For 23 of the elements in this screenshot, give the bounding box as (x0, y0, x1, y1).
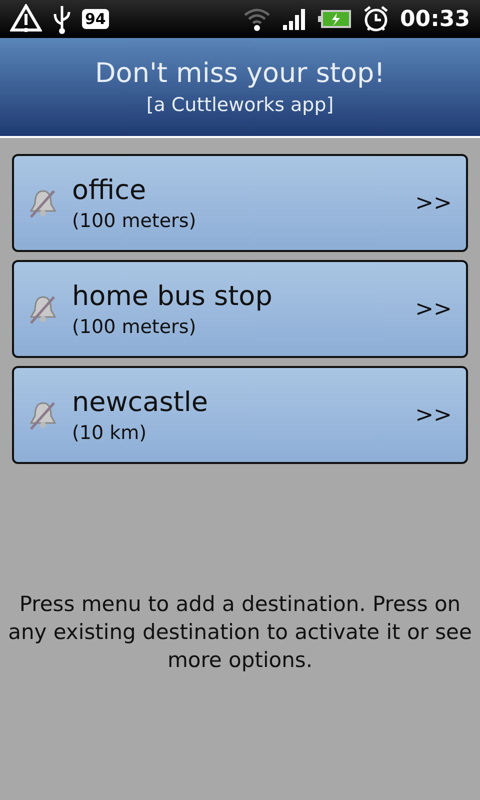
alarm-clock-icon (362, 5, 390, 33)
chevron-icon: >> (415, 296, 452, 322)
chevron-icon: >> (415, 402, 452, 428)
warning-icon (10, 4, 42, 34)
battery-charging-icon (318, 9, 352, 29)
app-subtitle: [a Cuttleworks app] (146, 93, 334, 118)
destination-item[interactable]: newcastle (10 km) >> (12, 366, 468, 464)
destination-name: office (72, 174, 148, 206)
destination-item[interactable]: office (100 meters) >> (12, 154, 468, 252)
help-text: Press menu to add a destination. Press on any existing destination to activate it or see more options. (7, 591, 473, 674)
chevron-icon: >> (415, 190, 452, 216)
destination-name: newcastle (72, 386, 209, 418)
app-title: Don't miss your stop! (95, 57, 385, 91)
destination-item[interactable]: home bus stop (100 meters) >> (12, 260, 468, 358)
wifi-icon (242, 6, 272, 32)
destination-distance: (100 meters) (72, 210, 198, 232)
signal-icon (282, 7, 308, 31)
destination-distance: (100 meters) (72, 316, 198, 338)
usb-icon (52, 4, 72, 34)
battery-level-badge: 94 (82, 9, 109, 29)
destination-distance: (10 km) (72, 422, 148, 444)
clock-time: 00:33 (400, 6, 470, 32)
destination-name: home bus stop (72, 280, 274, 312)
